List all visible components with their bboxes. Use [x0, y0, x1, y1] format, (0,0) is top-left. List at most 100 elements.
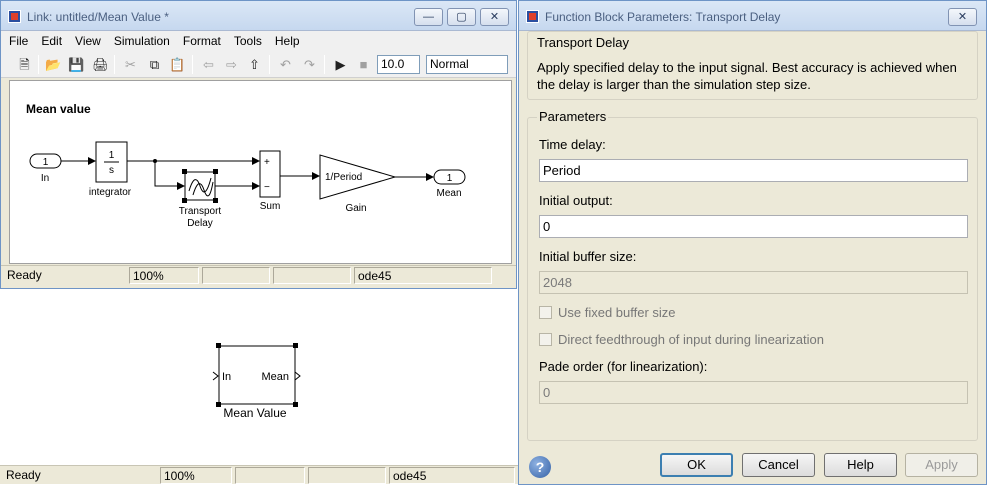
initial-output-input[interactable]: 0 — [539, 215, 968, 238]
subsystem-diagram: Mean value 1 In 1 s integrator Transport… — [26, 102, 466, 229]
inport-number: 1 — [43, 157, 49, 168]
toolbar-separator — [269, 55, 270, 74]
subsystem-status-state: Ready — [7, 268, 42, 282]
save-icon[interactable]: 💾 — [68, 56, 85, 73]
time-delay-input[interactable]: Period — [539, 159, 968, 182]
transport-delay-label-line2: Delay — [187, 218, 213, 229]
print-icon[interactable]: 🖨 — [92, 56, 109, 73]
menu-view[interactable]: View — [75, 34, 101, 48]
paste-icon[interactable]: 📋 — [169, 56, 186, 73]
menu-simulation[interactable]: Simulation — [114, 34, 170, 48]
pade-order-input[interactable]: 0 — [539, 381, 968, 404]
output-port-chevron-icon — [294, 371, 301, 381]
apply-button[interactable]: Apply — [905, 453, 978, 477]
parameters-group-label: Parameters — [537, 109, 609, 124]
block-description-line1: Apply specified delay to the input signa… — [537, 60, 957, 75]
gain-value: 1/Period — [325, 172, 362, 183]
block-parameters-dialog[interactable]: Function Block Parameters: Transport Del… — [518, 0, 987, 485]
parent-model-canvas[interactable]: In Mean Mean Value Ready 100% ode45 — [0, 288, 519, 485]
sum-minus-sign: − — [264, 182, 270, 193]
selection-handle — [182, 198, 187, 203]
dialog-title-bar[interactable]: Function Block Parameters: Transport Del… — [519, 1, 986, 31]
toolbar-separator — [192, 55, 193, 74]
stop-time-input[interactable]: 10.0 — [377, 55, 420, 74]
dialog-close-button[interactable]: ✕ — [948, 8, 977, 26]
selection-handle — [216, 343, 221, 348]
checkbox-box[interactable] — [539, 306, 552, 319]
subsystem-canvas[interactable]: Mean value 1 In 1 s integrator Transport… — [9, 80, 512, 264]
forward-arrow-icon[interactable]: ⇨ — [223, 56, 240, 73]
integrator-denominator: s — [109, 165, 114, 176]
checkbox-box[interactable] — [539, 333, 552, 346]
go-to-parent-icon[interactable]: ⇧ — [246, 56, 263, 73]
selection-handle — [213, 198, 218, 203]
subsystem-status-zoom: 100% — [129, 267, 199, 284]
canvas-annotation-title: Mean value — [26, 102, 91, 116]
selection-handle — [213, 169, 218, 174]
parent-model-diagram: In Mean Mean Value — [212, 343, 301, 420]
subsystem-window-title: Link: untitled/Mean Value * — [27, 10, 169, 24]
toolbar-separator — [114, 55, 115, 74]
help-question-icon[interactable]: ? — [529, 456, 551, 478]
subsystem-out-port-label: Mean — [261, 371, 289, 383]
subsystem-window[interactable]: Link: untitled/Mean Value * — ▢ ✕ File E… — [0, 0, 517, 289]
menu-help[interactable]: Help — [275, 34, 300, 48]
subsystem-status-empty — [202, 267, 270, 284]
sum-block[interactable] — [259, 150, 281, 198]
block-description-line2: the delay is larger than the simulation … — [537, 77, 811, 92]
undo-icon[interactable]: ↶ — [277, 56, 294, 73]
menu-file[interactable]: File — [9, 34, 28, 48]
menu-edit[interactable]: Edit — [41, 34, 62, 48]
initial-buffer-size-label: Initial buffer size: — [539, 249, 637, 264]
simulation-mode-select[interactable]: Normal — [426, 55, 508, 74]
signal-line[interactable] — [154, 161, 185, 190]
selection-handle — [293, 343, 298, 348]
close-button[interactable]: ✕ — [480, 8, 509, 26]
gain-label: Gain — [345, 203, 366, 214]
parent-status-zoom: 100% — [160, 467, 232, 484]
sum-label: Sum — [260, 201, 281, 212]
input-port-chevron-icon — [212, 371, 219, 381]
menu-tools[interactable]: Tools — [234, 34, 262, 48]
selection-handle — [216, 402, 221, 407]
block-type-label: Transport Delay — [537, 35, 629, 50]
outport-number: 1 — [447, 173, 453, 184]
selection-handle — [182, 169, 187, 174]
back-arrow-icon[interactable]: ⇦ — [200, 56, 217, 73]
maximize-button[interactable]: ▢ — [447, 8, 476, 26]
subsystem-in-port-label: In — [222, 371, 231, 383]
open-folder-icon[interactable]: 📂 — [45, 56, 62, 73]
start-simulation-icon[interactable]: ▶ — [332, 56, 349, 73]
sum-plus-sign: + — [264, 157, 270, 168]
parent-status-bar: Ready 100% ode45 — [0, 465, 519, 484]
simulink-app-icon — [526, 10, 539, 23]
transport-delay-label-line1: Transport — [179, 206, 222, 217]
integrator-numerator: 1 — [109, 150, 115, 161]
parent-status-empty — [308, 467, 386, 484]
toolbar: 🗎 📂 💾 🖨 ✂ ⧉ 📋 ⇦ ⇨ ⇧ ↶ ↷ ▶ ■ 10.0 Normal — [1, 51, 516, 78]
initial-buffer-size-input[interactable]: 2048 — [539, 271, 968, 294]
use-fixed-buffer-size-checkbox[interactable]: Use fixed buffer size — [539, 305, 676, 320]
menu-format[interactable]: Format — [183, 34, 221, 48]
menu-bar: File Edit View Simulation Format Tools H… — [1, 31, 516, 51]
close-icon: ✕ — [489, 11, 500, 23]
outport-label: Mean — [436, 188, 461, 199]
direct-feedthrough-checkbox[interactable]: Direct feedthrough of input during linea… — [539, 332, 824, 347]
redo-icon[interactable]: ↷ — [301, 56, 318, 73]
subsystem-title-bar[interactable]: Link: untitled/Mean Value * — ▢ ✕ — [1, 1, 516, 31]
stop-simulation-icon[interactable]: ■ — [355, 56, 372, 73]
minimize-button[interactable]: — — [414, 8, 443, 26]
subsystem-status-solver: ode45 — [354, 267, 492, 284]
close-icon: ✕ — [957, 11, 968, 23]
selection-handle — [293, 402, 298, 407]
ok-button[interactable]: OK — [660, 453, 733, 477]
cancel-button[interactable]: Cancel — [742, 453, 815, 477]
help-button[interactable]: Help — [824, 453, 897, 477]
cut-icon[interactable]: ✂ — [122, 56, 139, 73]
simulink-app-icon — [8, 10, 21, 23]
new-model-icon[interactable]: 🗎 — [16, 56, 33, 73]
toolbar-separator — [38, 55, 39, 74]
copy-icon[interactable]: ⧉ — [146, 56, 163, 73]
parent-status-empty — [235, 467, 305, 484]
parent-status-solver: ode45 — [389, 467, 515, 484]
